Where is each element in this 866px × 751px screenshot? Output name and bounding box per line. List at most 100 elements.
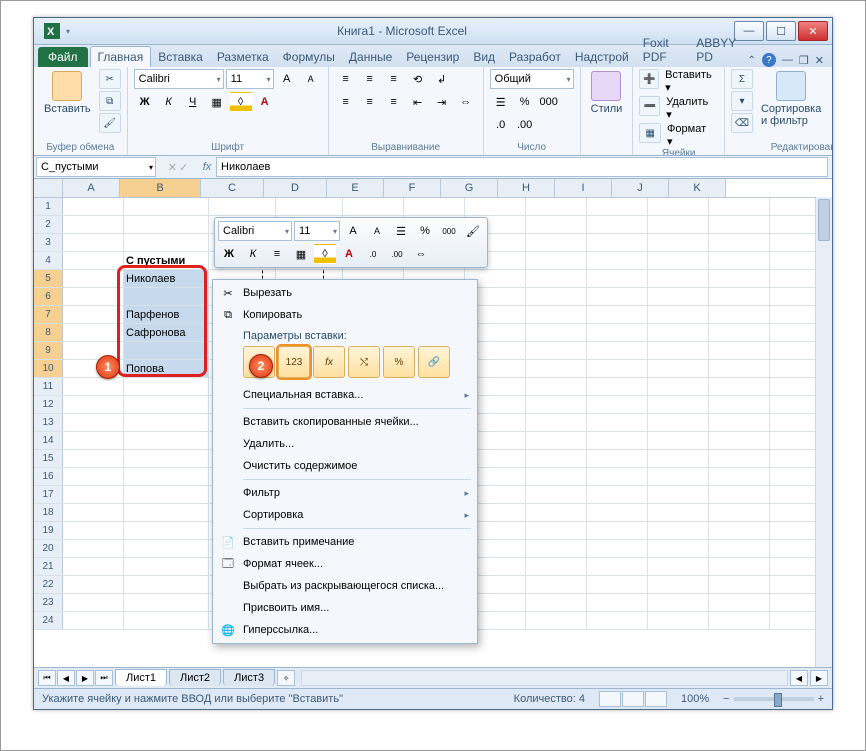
mini-align-icon[interactable]: ≡ [266,244,288,264]
accept-formula-icon[interactable]: ✓ [179,161,188,174]
row-header[interactable]: 20 [34,540,63,557]
cell-J22[interactable] [648,576,709,593]
cell-H21[interactable] [526,558,587,575]
cell-K6[interactable] [709,288,770,305]
align-right-icon[interactable]: ≡ [383,92,405,112]
cell-J24[interactable] [648,612,709,629]
row-header[interactable]: 16 [34,468,63,485]
cell-K24[interactable] [709,612,770,629]
cell-H7[interactable] [526,306,587,323]
mini-format-painter-icon[interactable]: 🖌 [462,221,484,241]
row-header[interactable]: 13 [34,414,63,431]
row-header[interactable]: 23 [34,594,63,611]
cell-K12[interactable] [709,396,770,413]
view-break-button[interactable] [645,691,667,707]
cell-B14[interactable] [124,432,209,449]
zoom-out-button[interactable]: − [723,693,729,705]
ctx-cut[interactable]: ✂Вырезать [215,282,475,304]
insert-row-icon[interactable]: ➕ [639,69,659,89]
col-A[interactable]: A [63,179,120,197]
col-J[interactable]: J [612,179,669,197]
row-header[interactable]: 18 [34,504,63,521]
cell-J8[interactable] [648,324,709,341]
orientation-icon[interactable]: ⟲ [407,69,429,89]
row-header[interactable]: 8 [34,324,63,341]
cell-B21[interactable] [124,558,209,575]
cell-B19[interactable] [124,522,209,539]
mini-dec-decimal-icon[interactable]: .00 [386,244,408,264]
cell-J10[interactable] [648,360,709,377]
cell-A12[interactable] [63,396,124,413]
ctx-clear[interactable]: Очистить содержимое [215,455,475,477]
cell-A6[interactable] [63,288,124,305]
cell-B23[interactable] [124,594,209,611]
col-E[interactable]: E [327,179,384,197]
mini-font-combo[interactable]: Calibri [218,221,292,241]
mini-percent-icon[interactable]: % [414,221,436,241]
cell-K18[interactable] [709,504,770,521]
row-header[interactable]: 3 [34,234,63,251]
cell-B4[interactable]: С пустыми [124,252,209,269]
cell-H13[interactable] [526,414,587,431]
zoom-slider[interactable] [734,697,814,701]
cell-G1[interactable] [465,198,526,215]
cell-K14[interactable] [709,432,770,449]
sort-filter-button[interactable]: Сортировка и фильтр [757,69,825,129]
mini-merge-icon[interactable]: ⇔ [410,244,432,264]
cell-K1[interactable] [709,198,770,215]
formula-input[interactable]: Николаев [216,157,828,177]
find-select-button[interactable]: Найти и выделить [829,69,832,129]
cell-H22[interactable] [526,576,587,593]
cell-I18[interactable] [587,504,648,521]
sheet-tab-1[interactable]: Лист1 [115,669,167,686]
cell-I10[interactable] [587,360,648,377]
cell-B11[interactable] [124,378,209,395]
row-header[interactable]: 1 [34,198,63,215]
cell-K10[interactable] [709,360,770,377]
cell-J15[interactable] [648,450,709,467]
ctx-delete[interactable]: Удалить... [215,433,475,455]
cell-H4[interactable] [526,252,587,269]
vertical-scrollbar[interactable] [815,197,832,667]
cell-I11[interactable] [587,378,648,395]
paste-values-icon[interactable]: 123 [278,346,310,378]
cell-A20[interactable] [63,540,124,557]
cell-H17[interactable] [526,486,587,503]
cell-I1[interactable] [587,198,648,215]
ctx-insert-copied[interactable]: Вставить скопированные ячейки... [215,411,475,433]
close-button[interactable]: ✕ [798,21,828,41]
cell-A16[interactable] [63,468,124,485]
insert-cells-button[interactable]: Вставить ▾ [661,69,718,94]
tab-developer[interactable]: Разработ [502,47,568,67]
cell-B17[interactable] [124,486,209,503]
cell-I12[interactable] [587,396,648,413]
doc-minimize-icon[interactable]: — [782,54,793,66]
font-name-combo[interactable]: Calibri [134,69,224,89]
row-header[interactable]: 24 [34,612,63,629]
mini-font-color-icon[interactable]: А [338,244,360,264]
tab-data[interactable]: Данные [342,47,399,67]
cell-I15[interactable] [587,450,648,467]
cell-I9[interactable] [587,342,648,359]
cell-A18[interactable] [63,504,124,521]
cell-I21[interactable] [587,558,648,575]
row-header[interactable]: 7 [34,306,63,323]
sheet-tab-2[interactable]: Лист2 [169,669,221,686]
horizontal-scrollbar[interactable] [301,670,788,686]
mini-shrink-font-icon[interactable]: A [366,221,388,241]
cell-I2[interactable] [587,216,648,233]
clear-icon[interactable]: ⌫ [731,113,753,133]
cell-H14[interactable] [526,432,587,449]
cell-B10[interactable]: Попова [124,360,209,377]
decrease-decimal-icon[interactable]: .00 [514,115,536,135]
cell-J19[interactable] [648,522,709,539]
cell-B6[interactable] [124,288,209,305]
cell-A17[interactable] [63,486,124,503]
cell-K2[interactable] [709,216,770,233]
number-format-combo[interactable]: Общий [490,69,574,89]
ctx-insert-comment[interactable]: 📄Вставить примечание [215,531,475,553]
cell-B24[interactable] [124,612,209,629]
cell-A3[interactable] [63,234,124,251]
align-center-icon[interactable]: ≡ [359,92,381,112]
grow-font-icon[interactable]: A [276,69,298,89]
